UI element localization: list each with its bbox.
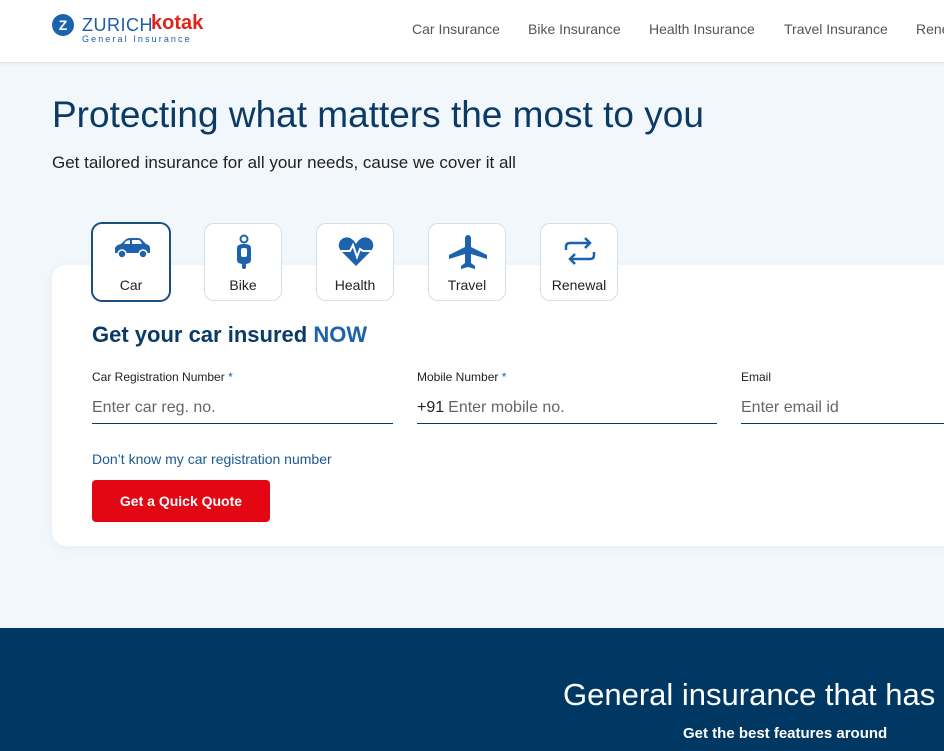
mobile-number-input[interactable]: +91 Enter mobile no.: [417, 392, 717, 424]
tab-travel-label: Travel: [447, 277, 487, 293]
tab-health[interactable]: Health: [316, 223, 394, 301]
renew-arrows-icon: [564, 237, 596, 265]
mobile-number-label: Mobile Number *: [417, 370, 507, 384]
nav-car-insurance[interactable]: Car Insurance: [412, 21, 500, 37]
car-icon: [115, 238, 150, 259]
hero-subtitle: Get tailored insurance for all your need…: [52, 153, 516, 172]
get-quick-quote-button[interactable]: Get a Quick Quote: [92, 480, 270, 522]
email-field: Email Enter email id: [741, 370, 944, 424]
zurich-kotak-logo[interactable]: Z ZURICH kotak General Insurance: [52, 12, 222, 48]
email-label: Email: [741, 370, 772, 384]
mobile-number-field: Mobile Number * +91 Enter mobile no.: [417, 370, 717, 424]
features-band-subtitle: Get the best features around: [683, 725, 888, 742]
tab-car-label: Car: [119, 277, 143, 293]
zurich-z-icon: Z: [52, 14, 74, 36]
form-title-text: Get your car insured: [92, 322, 308, 347]
car-registration-placeholder: Enter car reg. no.: [92, 399, 216, 416]
logo-text-kotak: kotak: [151, 12, 204, 34]
car-registration-field: Car Registration Number * Enter car reg.…: [92, 370, 393, 424]
country-code-prefix: +91: [417, 399, 445, 416]
tab-bike[interactable]: Bike: [204, 223, 282, 301]
email-placeholder: Enter email id: [741, 399, 839, 416]
tab-renewal-label: Renewal: [551, 277, 607, 293]
nav-health-insurance[interactable]: Health Insurance: [649, 21, 755, 37]
features-band: General insurance that has Get the best …: [0, 628, 944, 751]
nav-bike-insurance[interactable]: Bike Insurance: [528, 21, 621, 37]
nav-renewal[interactable]: Rene: [916, 21, 944, 37]
scooter-icon: [237, 234, 251, 269]
heart-pulse-icon: [338, 237, 374, 266]
tab-car[interactable]: Car: [92, 223, 170, 301]
airplane-icon: [449, 235, 487, 269]
logo-tagline: General Insurance: [82, 34, 192, 44]
form-title-highlight: NOW: [313, 322, 368, 347]
hero-title: Protecting what matters the most to you: [52, 94, 704, 135]
site-header: Z ZURICH kotak General Insurance Car Ins…: [0, 0, 944, 63]
tab-bike-label: Bike: [229, 277, 257, 293]
nav-travel-insurance[interactable]: Travel Insurance: [784, 21, 888, 37]
logo-text-zurich: ZURICH: [82, 15, 153, 35]
mobile-number-placeholder: Enter mobile no.: [448, 399, 565, 416]
tab-travel[interactable]: Travel: [428, 223, 506, 301]
tab-health-label: Health: [334, 277, 376, 293]
dont-know-registration-link[interactable]: Don’t know my car registration number: [92, 451, 332, 467]
form-title: Get your car insured NOW: [92, 322, 367, 348]
features-band-title: General insurance that has: [563, 677, 936, 712]
tab-renewal[interactable]: Renewal: [540, 223, 618, 301]
car-registration-input[interactable]: Enter car reg. no.: [92, 392, 393, 424]
email-input[interactable]: Enter email id: [741, 392, 944, 424]
car-registration-label: Car Registration Number *: [92, 370, 233, 384]
